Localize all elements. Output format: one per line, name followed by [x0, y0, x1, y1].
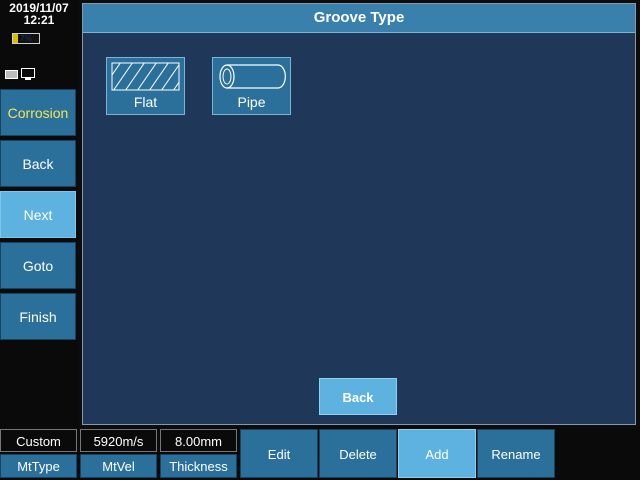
- sidebar-item-next[interactable]: Next: [0, 191, 76, 238]
- mtvel-name: MtVel: [80, 454, 157, 478]
- sidebar-item-label: Back: [22, 155, 54, 172]
- mttype-value: Custom: [0, 429, 77, 452]
- pipe-option[interactable]: Pipe: [212, 57, 291, 115]
- pipe-icon: [219, 64, 286, 89]
- sidebar-item-label: Goto: [22, 257, 54, 274]
- battery-label: 7%: [20, 34, 32, 43]
- edit-button[interactable]: Edit: [240, 429, 318, 478]
- thickness-value: 8.00mm: [160, 429, 237, 452]
- pipe-label: Pipe: [237, 94, 266, 110]
- sidebar-item-label: Next: [23, 206, 53, 223]
- rename-button[interactable]: Rename: [477, 429, 555, 478]
- mttype-name: MtType: [0, 454, 77, 478]
- flat-option[interactable]: Flat: [106, 57, 185, 115]
- flat-label: Flat: [133, 94, 158, 110]
- sidebar-item-back[interactable]: Back: [0, 140, 76, 187]
- add-button[interactable]: Add: [398, 429, 476, 478]
- sidebar-item-goto[interactable]: Goto: [0, 242, 76, 289]
- monitor-icon: [21, 68, 35, 80]
- time-text: 12:21: [23, 13, 55, 27]
- sidebar-item-label: Corrosion: [7, 104, 69, 121]
- battery-icon: 7%: [12, 33, 40, 44]
- sidebar-item-finish[interactable]: Finish: [0, 293, 76, 340]
- sidebar-item-label: Finish: [19, 308, 57, 325]
- thickness-name: Thickness: [160, 454, 237, 478]
- flat-hatch-icon: [111, 62, 180, 91]
- mttype-param[interactable]: Custom MtType: [0, 429, 77, 478]
- delete-button[interactable]: Delete: [319, 429, 397, 478]
- back-button[interactable]: Back: [319, 378, 397, 415]
- clock: 2019/11/07 12:21: [0, 2, 78, 26]
- groove-type-panel: Groove Type Flat Pipe Back: [82, 3, 636, 425]
- mtvel-param[interactable]: 5920m/s MtVel: [80, 429, 157, 478]
- system-icons: [5, 68, 35, 80]
- page-title: Groove Type: [83, 4, 635, 33]
- mtvel-value: 5920m/s: [80, 429, 157, 452]
- memory-card-icon: [5, 70, 18, 79]
- sidebar-item-corrosion[interactable]: Corrosion: [0, 89, 76, 136]
- thickness-param[interactable]: 8.00mm Thickness: [160, 429, 237, 478]
